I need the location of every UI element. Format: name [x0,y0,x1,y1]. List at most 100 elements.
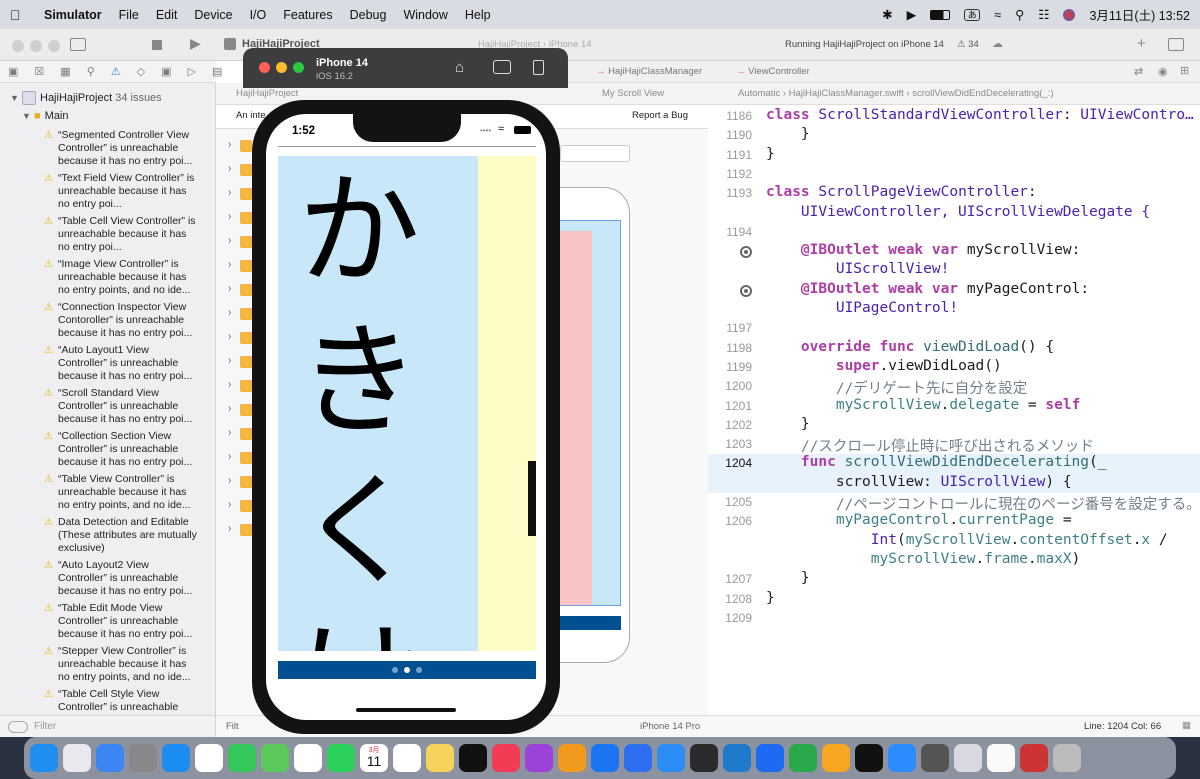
outline-scene-row[interactable]: › [216,472,256,492]
add-editor-icon[interactable]: ⊞ [1180,64,1189,77]
code-line[interactable]: 1200 //デリゲート先に自分を設定 [708,377,1200,397]
menu-edit[interactable]: Edit [156,8,178,22]
outlet-connection-icon[interactable] [740,246,752,259]
keynote-icon[interactable] [756,744,784,772]
outline-scene-row[interactable]: › [216,496,256,516]
textedit-icon[interactable] [987,744,1015,772]
device-config-label[interactable]: iPhone 14 Pro [640,721,700,732]
issue-item[interactable]: ⚠ “Segmented Controller View Controller” … [0,129,215,168]
project-row[interactable]: ▼ HajiHajiProject 34 issues [0,89,215,107]
outline-scene-row[interactable]: › [216,136,256,156]
chevron-down-icon[interactable]: ▼ [22,111,34,121]
maps-icon[interactable] [261,744,289,772]
line-number[interactable]: 1204 [708,456,752,470]
code-line[interactable]: 1203 //スクロール停止時に呼び出されるメソッド [708,435,1200,455]
line-number[interactable]: 1190 [708,128,752,142]
code-line[interactable]: 1201 myScrollView.delegate = self [708,397,1200,416]
home-indicator[interactable] [356,708,456,712]
issue-item[interactable]: ⚠ “Table View Controller” is unreachable … [0,473,215,512]
launchpad-icon[interactable] [63,744,91,772]
window-zoom-button[interactable] [48,40,60,52]
reminders-icon[interactable] [393,744,421,772]
safari-icon[interactable] [162,744,190,772]
outlet-connection-icon[interactable] [740,284,752,297]
menu-debug[interactable]: Debug [350,8,387,22]
code-line[interactable]: 1191} [708,146,1200,165]
siri-icon[interactable] [1063,8,1076,21]
page-dot-1[interactable] [392,667,398,673]
issue-item[interactable]: ⚠ “Collection Section View Controller” is… [0,430,215,469]
canvas-page-control[interactable] [557,616,621,630]
terminal-icon[interactable] [855,744,883,772]
line-number[interactable]: 1207 [708,572,752,586]
source-editor[interactable]: Automatic › HajiHajiClassManager.swift ›… [708,83,1200,737]
outline-scene-row[interactable]: › [216,184,256,204]
issue-nav-icon[interactable]: ⚠ [111,65,121,78]
appstore-icon[interactable] [657,744,685,772]
canvas-scroll-view[interactable] [557,220,621,606]
trash-icon[interactable] [1053,744,1081,772]
sim-zoom-button[interactable] [293,62,304,73]
facetime-icon[interactable] [327,744,355,772]
cloud-icon[interactable]: ☁ [992,37,1003,50]
menu-file[interactable]: File [119,8,139,22]
numbers-icon[interactable] [789,744,817,772]
run-button[interactable]: ▶ [190,35,201,52]
simulator-icon[interactable] [624,744,652,772]
code-line[interactable]: scrollView: UIScrollView) { [708,473,1200,493]
outline-scene-row[interactable]: › [216,256,256,276]
chevron-right-icon[interactable]: › [228,331,231,342]
issue-item[interactable]: ⚠ “Table Cell Style View Controller” is u… [0,688,215,714]
menubar-clock[interactable]: 3月11日(土) 13:52 [1089,5,1190,24]
messages-icon[interactable] [228,744,256,772]
outline-scene-row[interactable]: › [216,448,256,468]
ime-icon[interactable] [1020,744,1048,772]
line-number[interactable]: 1199 [708,360,752,374]
code-line[interactable]: 1186 class ScrollStandardViewController: … [708,107,1200,126]
ib-crumb-project[interactable]: HajiHajiProject [236,88,298,99]
control-center-icon[interactable]: ☷ [1038,7,1049,22]
code-line[interactable]: 1207 } [708,570,1200,589]
outline-scene-row[interactable]: › [216,304,256,324]
play-status-icon[interactable]: ▶ [907,7,917,22]
line-number[interactable]: 1200 [708,379,752,393]
stop-button[interactable] [152,40,162,50]
code-line[interactable]: @IBOutlet weak var myScrollView: [708,242,1200,261]
sim-minimize-button[interactable] [276,62,287,73]
add-button[interactable]: + [1137,35,1146,52]
iphone-screen[interactable]: 1:52 •••• ≈ かきくけ [266,114,546,720]
tab-view-controller[interactable]: → ViewController [736,66,810,77]
filter-icon[interactable] [8,720,28,733]
issue-item[interactable]: ⚠ “Table Cell View Controller” is unreach… [0,215,215,254]
report-nav-icon[interactable]: ▤ [212,65,222,78]
code-line[interactable]: 1206 myPageControl.currentPage = [708,512,1200,531]
code-line[interactable]: UIViewController, UIScrollViewDelegate { [708,204,1200,223]
code-line[interactable]: UIPageControl! [708,300,1200,319]
outline-scene-row[interactable]: › [216,232,256,252]
issue-item[interactable]: ⚠ Data Detection and Editable (These attr… [0,516,215,555]
code-line[interactable]: 1198 override func viewDidLoad() { [708,339,1200,358]
line-number[interactable]: 1208 [708,592,752,606]
code-line[interactable]: Int(myScrollView.contentOffset.x / [708,532,1200,551]
code-area[interactable]: 1186 class ScrollStandardViewController: … [708,105,1200,715]
code-line[interactable]: 1192 [708,165,1200,184]
ib-crumb-scroll-view[interactable]: My Scroll View [602,88,664,99]
xcode-icon[interactable] [591,744,619,772]
ib-filter-field[interactable]: Filt [226,721,239,732]
line-number[interactable]: 1203 [708,437,752,451]
outline-scene-row[interactable]: › [216,208,256,228]
window-close-button[interactable] [12,40,24,52]
outline-scene-row[interactable]: › [216,328,256,348]
inspector-toggle-icon[interactable] [1168,38,1184,51]
chevron-right-icon[interactable]: › [228,379,231,390]
chrome-icon[interactable] [195,744,223,772]
music-icon[interactable] [492,744,520,772]
menu-app-name[interactable]: Simulator [44,8,102,22]
symbol-nav-icon[interactable]: ▦ [60,65,70,78]
chevron-right-icon[interactable]: › [228,451,231,462]
chevron-right-icon[interactable]: › [228,475,231,486]
line-number[interactable]: 1191 [708,148,752,162]
navigator-filter-input[interactable]: Filter [34,721,56,732]
chevron-right-icon[interactable]: › [228,163,231,174]
line-number[interactable]: 1194 [708,225,752,239]
